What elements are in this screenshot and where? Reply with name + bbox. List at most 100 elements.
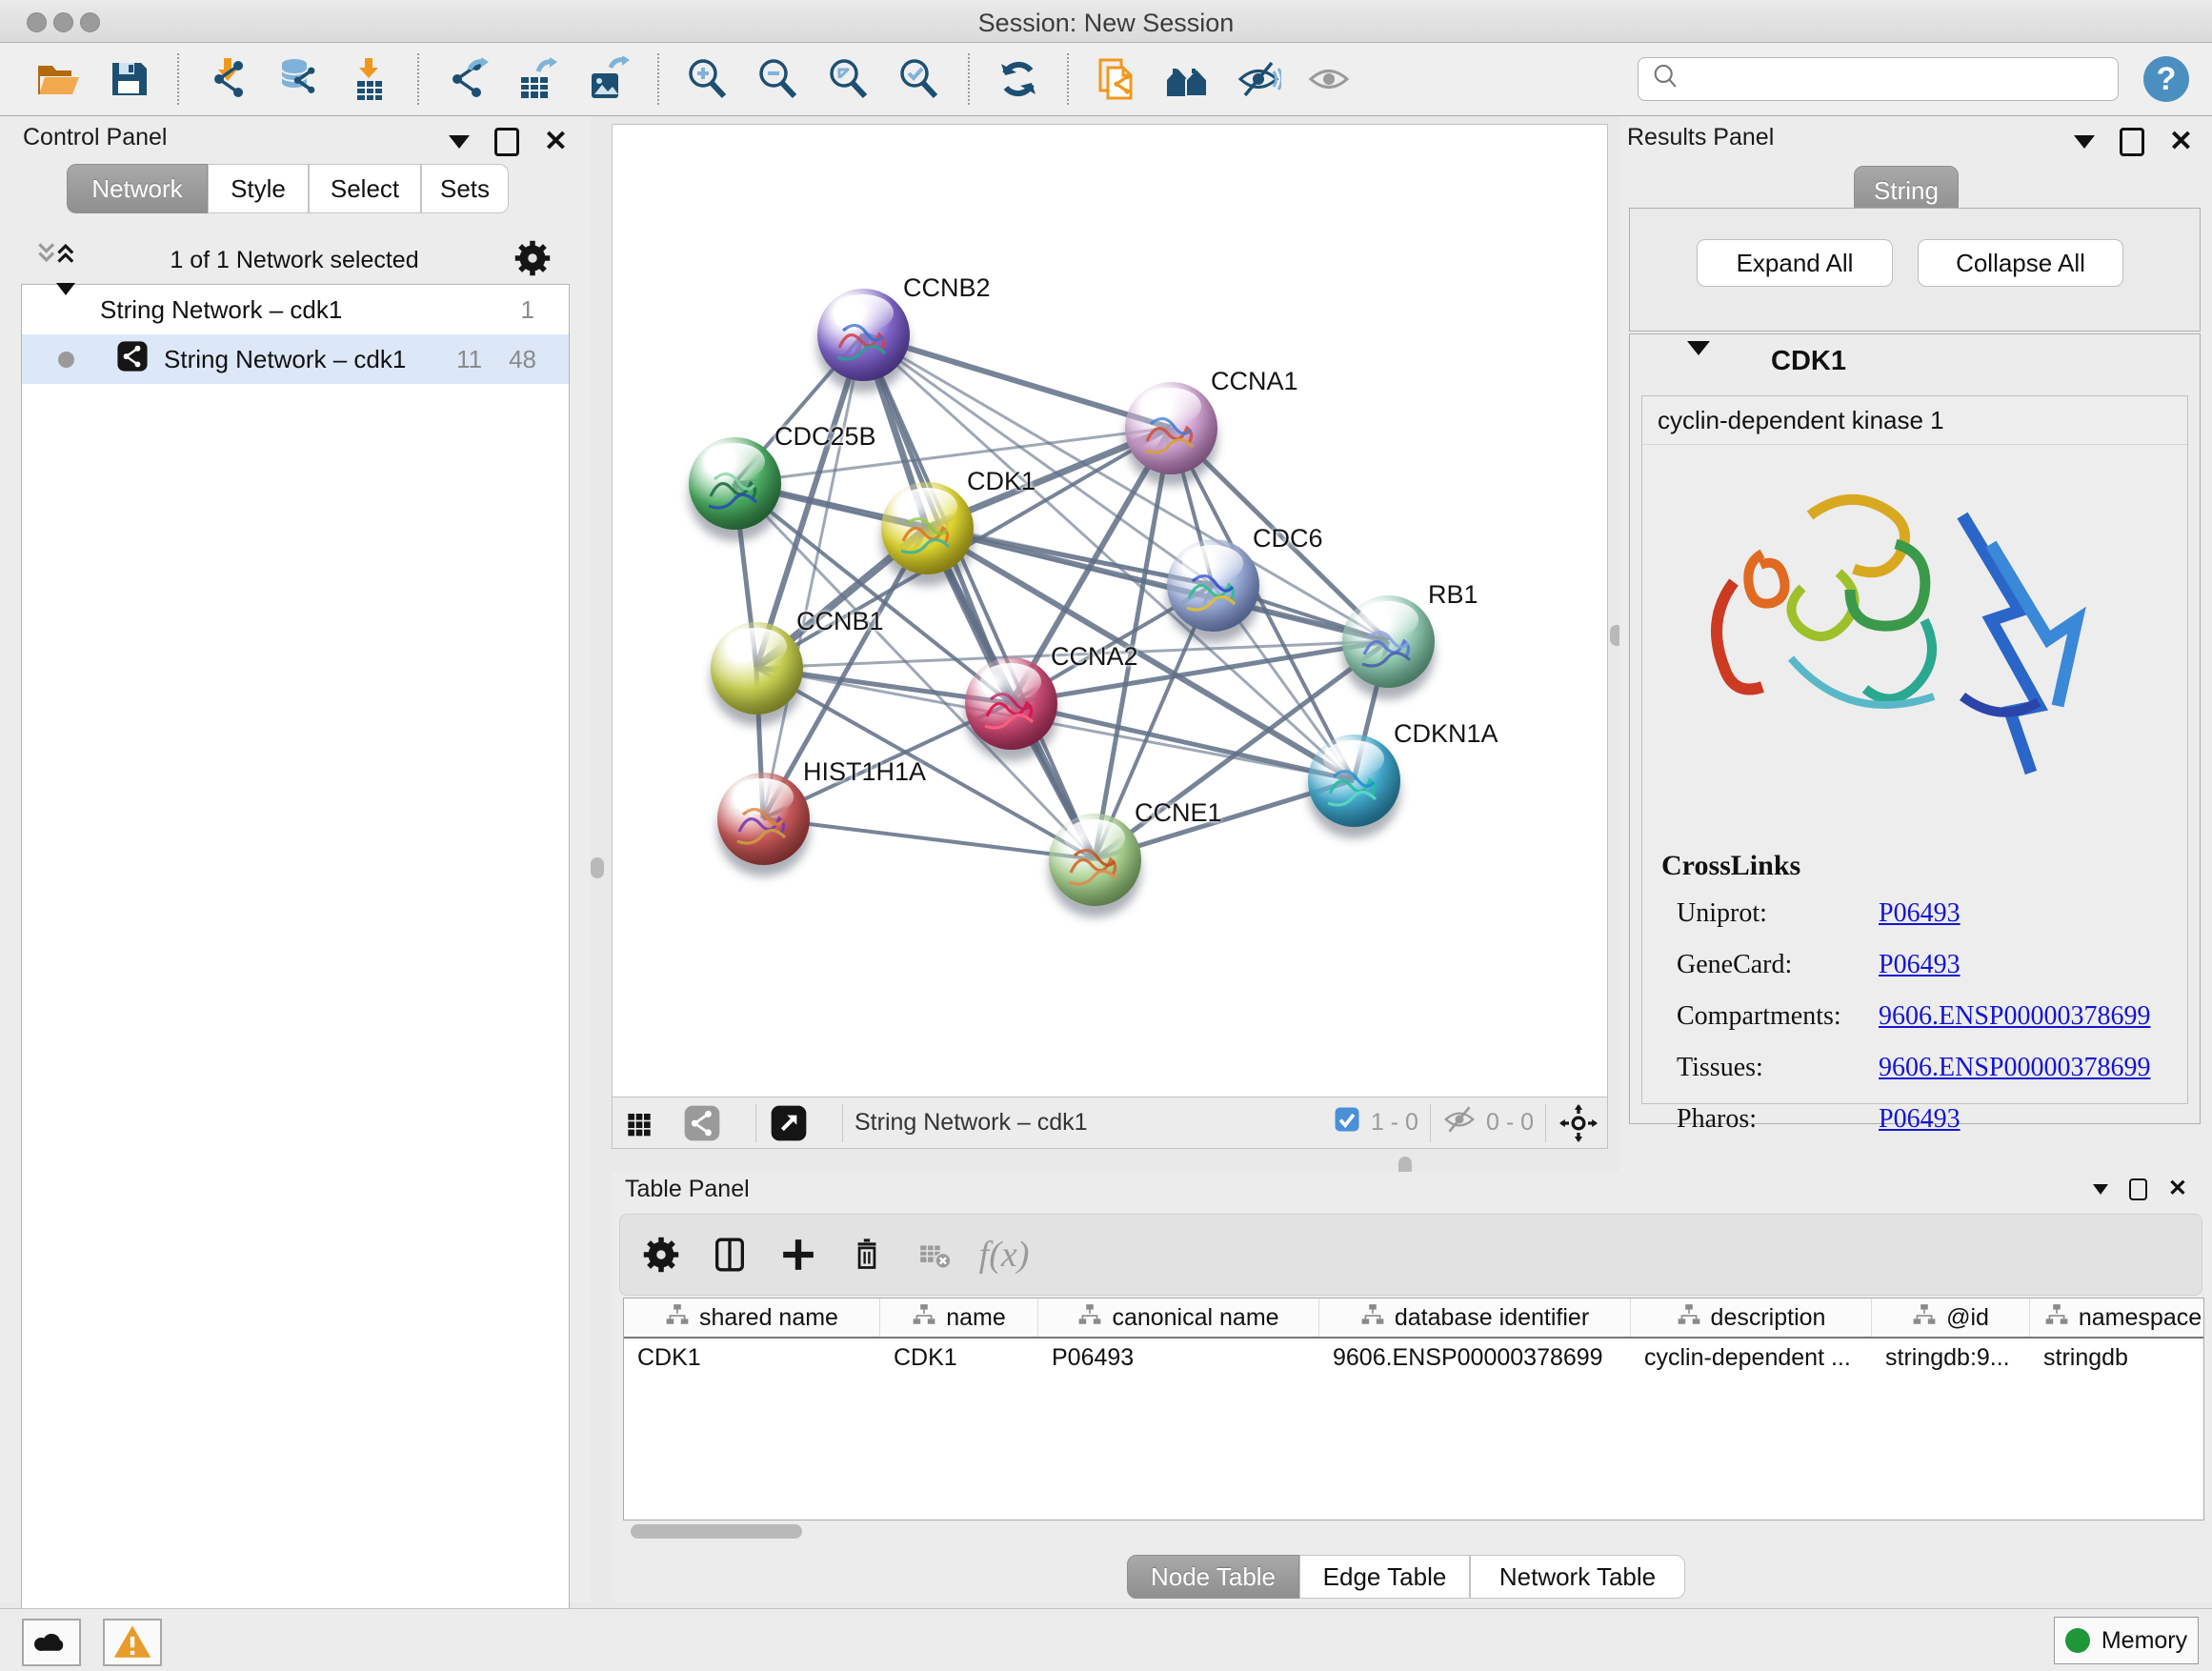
delete-table-icon[interactable]	[912, 1231, 959, 1278]
panel-menu-icon[interactable]	[2074, 135, 2095, 149]
close-panel-icon[interactable]: ✕	[544, 131, 568, 153]
column-header-shared-name[interactable]: shared name	[624, 1299, 880, 1337]
network-node-ccnb2[interactable]	[817, 289, 910, 381]
panel-menu-icon[interactable]	[449, 135, 470, 149]
zoom-selected-icon[interactable]	[895, 54, 944, 104]
import-network-icon[interactable]	[203, 54, 252, 104]
save-icon[interactable]	[104, 54, 153, 104]
float-panel-icon[interactable]	[2120, 128, 2144, 156]
selected-checkbox-icon[interactable]	[1333, 1105, 1361, 1140]
show-columns-icon[interactable]	[706, 1231, 754, 1278]
table-cell[interactable]: stringdb	[2030, 1339, 2204, 1379]
column-header-database-identifier[interactable]: database identifier	[1319, 1299, 1631, 1337]
table-cell[interactable]: CDK1	[880, 1339, 1038, 1379]
crosslink-link[interactable]: 9606.ENSP00000378699	[1879, 1001, 2150, 1032]
tab-sets[interactable]: Sets	[421, 164, 509, 213]
fit-selected-crosshair-icon[interactable]	[1558, 1099, 1599, 1147]
tab-network-table[interactable]: Network Table	[1470, 1555, 1685, 1599]
network-node-cdc6[interactable]	[1167, 539, 1259, 632]
string-network-badge-icon[interactable]	[681, 1099, 723, 1147]
export-network-icon[interactable]	[443, 54, 493, 104]
table-cell[interactable]: stringdb:9...	[1872, 1339, 2030, 1379]
export-table-icon[interactable]	[513, 54, 563, 104]
warning-button[interactable]	[103, 1619, 162, 1666]
table-cell[interactable]: cyclin-dependent ...	[1631, 1339, 1872, 1379]
network-node-ccna1[interactable]	[1125, 382, 1217, 474]
network-node-ccna2[interactable]	[965, 657, 1057, 750]
add-column-icon[interactable]	[774, 1231, 822, 1278]
crosslink-link[interactable]: P06493	[1879, 950, 1961, 980]
tab-node-table[interactable]: Node Table	[1127, 1555, 1299, 1599]
grid-view-icon[interactable]	[618, 1099, 660, 1147]
search-box[interactable]	[1638, 57, 2119, 101]
tab-network[interactable]: Network	[67, 164, 208, 213]
zoom-fit-icon[interactable]	[824, 54, 874, 104]
network-row[interactable]: String Network – cdk1 11 48	[22, 334, 569, 384]
crosslink-link[interactable]: 9606.ENSP00000378699	[1879, 1053, 2150, 1083]
table-toolbar: f(x)	[619, 1214, 2202, 1296]
delete-column-icon[interactable]	[843, 1231, 891, 1278]
table-cell[interactable]: P06493	[1038, 1339, 1319, 1379]
cloud-button[interactable]	[22, 1619, 81, 1666]
network-node-rb1[interactable]	[1342, 595, 1435, 688]
network-view-canvas[interactable]: CCNB2CCNA1CDC25BCDK1CDC6RB1CCNB1CCNA2CDK…	[612, 124, 1608, 1097]
float-panel-icon[interactable]	[2129, 1178, 2147, 1200]
close-panel-icon[interactable]: ✕	[2168, 1178, 2187, 1200]
refresh-icon[interactable]	[994, 54, 1043, 104]
birdseye-view-icon[interactable]	[768, 1099, 810, 1147]
help-button[interactable]: ?	[2143, 56, 2189, 102]
splitter-grip[interactable]	[591, 857, 604, 878]
copy-document-icon[interactable]	[1093, 54, 1142, 104]
hidden-eye-slash-icon[interactable]	[1442, 1102, 1477, 1143]
network-edge[interactable]	[1011, 703, 1354, 780]
crosslink-link[interactable]: P06493	[1879, 1104, 1961, 1135]
network-node-cdk1[interactable]	[881, 482, 974, 574]
expand-collapse-icons[interactable]	[32, 237, 74, 284]
scrollbar-thumb[interactable]	[631, 1524, 802, 1539]
close-panel-icon[interactable]: ✕	[2169, 131, 2193, 153]
network-edge[interactable]	[863, 334, 1171, 428]
collapse-triangle-icon[interactable]	[56, 295, 75, 325]
export-image-icon[interactable]	[584, 54, 633, 104]
network-node-ccnb1[interactable]	[711, 622, 803, 715]
crosslink-link[interactable]: P06493	[1879, 898, 1961, 929]
collapse-all-button[interactable]: Collapse All	[1918, 239, 2123, 287]
column-header-description[interactable]: description	[1631, 1299, 1872, 1337]
network-options-gear-icon[interactable]	[514, 240, 551, 281]
hide-eye-icon[interactable]	[1234, 54, 1283, 104]
home-icon[interactable]	[1163, 54, 1213, 104]
zoom-in-icon[interactable]	[683, 54, 733, 104]
network-node-ccne1[interactable]	[1049, 814, 1141, 906]
column-header-canonical-name[interactable]: canonical name	[1038, 1299, 1319, 1337]
column-header-name[interactable]: name	[880, 1299, 1038, 1337]
tab-edge-table[interactable]: Edge Table	[1299, 1555, 1470, 1599]
table-cell[interactable]: 9606.ENSP00000378699	[1319, 1339, 1631, 1379]
network-node-cdkn1a[interactable]	[1308, 735, 1400, 827]
function-builder-icon[interactable]: f(x)	[980, 1231, 1028, 1278]
column-header-namespace[interactable]: namespace	[2030, 1299, 2204, 1337]
section-collapse-triangle-icon[interactable]	[1687, 355, 1710, 372]
tab-style[interactable]: Style	[208, 164, 309, 213]
panel-menu-icon[interactable]	[2093, 1184, 2108, 1195]
zoom-out-icon[interactable]	[754, 54, 803, 104]
crosslink-label: GeneCard:	[1642, 950, 1879, 980]
network-node-hist1h1a[interactable]	[717, 773, 810, 865]
column-header--id[interactable]: @id	[1872, 1299, 2030, 1337]
open-folder-icon[interactable]	[33, 54, 83, 104]
table-gear-icon[interactable]	[637, 1231, 685, 1278]
table-row[interactable]: CDK1CDK1P064939606.ENSP00000378699cyclin…	[624, 1339, 2203, 1379]
network-node-cdc25b[interactable]	[689, 437, 781, 530]
table-horizontal-scrollbar[interactable]	[625, 1522, 2201, 1541]
float-panel-icon[interactable]	[494, 128, 519, 156]
network-edge[interactable]	[763, 334, 863, 818]
network-collection-row[interactable]: String Network – cdk1 1	[22, 285, 569, 334]
tab-select[interactable]: Select	[309, 164, 421, 213]
import-table-icon[interactable]	[344, 54, 393, 104]
memory-button[interactable]: Memory	[2054, 1617, 2199, 1664]
expand-all-button[interactable]: Expand All	[1697, 239, 1893, 287]
search-input[interactable]	[1682, 65, 2106, 93]
table-cell[interactable]: CDK1	[624, 1339, 880, 1379]
import-database-icon[interactable]	[273, 54, 323, 104]
show-eye-icon[interactable]	[1304, 54, 1354, 104]
network-edge[interactable]	[763, 818, 1095, 859]
